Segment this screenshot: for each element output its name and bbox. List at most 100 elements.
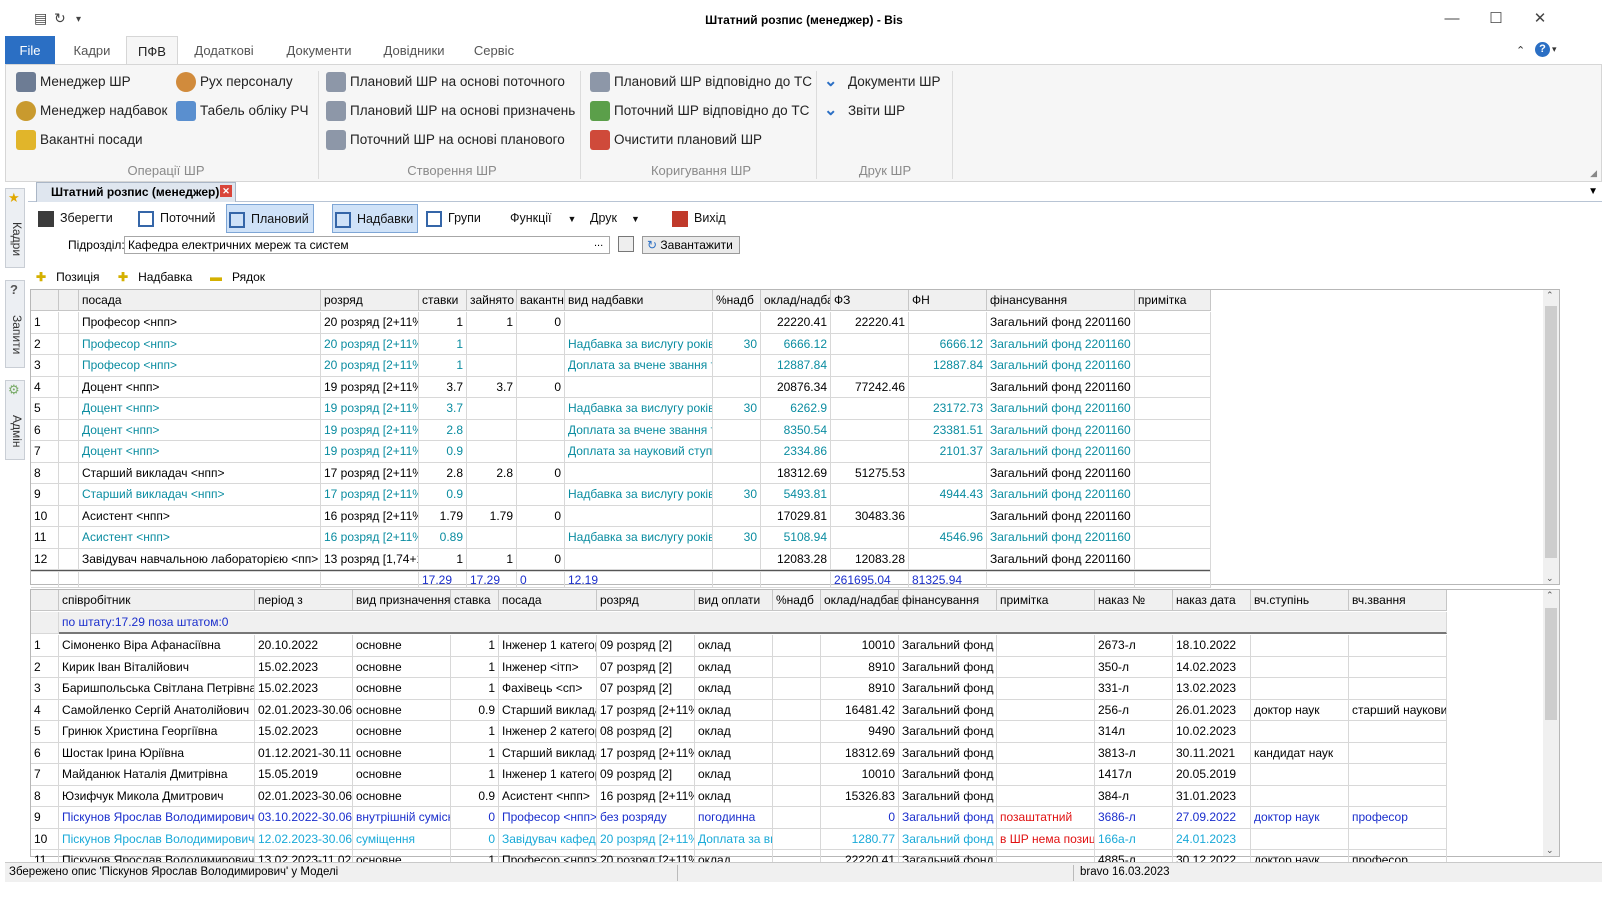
row-indicator[interactable] bbox=[59, 333, 79, 355]
column-header[interactable]: наказ № bbox=[1095, 590, 1173, 611]
table-cell[interactable] bbox=[517, 419, 565, 441]
table-cell[interactable]: 8910 bbox=[821, 678, 899, 700]
menu-dovidnyky[interactable]: Довідники bbox=[372, 36, 456, 64]
table-cell[interactable] bbox=[997, 742, 1095, 764]
table-cell[interactable]: Загальний фонд 2201160 bbox=[987, 441, 1135, 463]
table-cell[interactable]: Загальний фонд 2 bbox=[899, 721, 997, 743]
table-cell[interactable]: 19 розряд [2+11%] bbox=[321, 419, 419, 441]
table-cell[interactable]: Старший викладач <нпп> bbox=[79, 462, 321, 484]
table-cell[interactable]: Загальний фонд 2201160 bbox=[987, 548, 1135, 570]
table-cell[interactable]: Надбавка за вислугу років bbox=[565, 527, 713, 549]
table-cell[interactable]: Інженер <ітп> bbox=[499, 656, 597, 678]
table-cell[interactable] bbox=[1135, 505, 1211, 527]
column-header[interactable]: період з bbox=[255, 590, 353, 611]
table-cell[interactable] bbox=[773, 699, 821, 721]
table-cell[interactable] bbox=[773, 764, 821, 786]
column-header[interactable]: вч.звання bbox=[1349, 590, 1447, 611]
table-cell[interactable] bbox=[1349, 656, 1447, 678]
table-cell[interactable] bbox=[831, 527, 909, 549]
department-browse-button[interactable]: ... bbox=[594, 237, 603, 249]
column-header[interactable]: оклад/надба bbox=[761, 290, 831, 311]
table-cell[interactable]: 0 bbox=[517, 376, 565, 398]
table-cell[interactable]: Загальний фонд 2201160 bbox=[987, 462, 1135, 484]
ribbon-btn-staff-movement[interactable]: Рух персоналу bbox=[176, 69, 293, 95]
table-cell[interactable]: 20.05.2019 bbox=[1173, 764, 1251, 786]
table-cell[interactable] bbox=[997, 656, 1095, 678]
table-cell[interactable] bbox=[997, 721, 1095, 743]
table-cell[interactable] bbox=[1135, 462, 1211, 484]
table-cell[interactable]: 23381.51 bbox=[909, 419, 987, 441]
table-cell[interactable]: 0 bbox=[451, 807, 499, 829]
table-cell[interactable]: 1.79 bbox=[419, 505, 467, 527]
table-cell[interactable]: Загальний фонд 2201160 bbox=[987, 355, 1135, 377]
row-indicator[interactable] bbox=[59, 548, 79, 570]
table-cell[interactable] bbox=[1349, 785, 1447, 807]
table-cell[interactable]: 12083.28 bbox=[761, 548, 831, 570]
table-cell[interactable]: 30 bbox=[713, 333, 761, 355]
table-cell[interactable]: Старший викладач bbox=[499, 742, 597, 764]
table-cell[interactable] bbox=[713, 376, 761, 398]
table-cell[interactable]: 02.01.2023-30.06.2 bbox=[255, 785, 353, 807]
print-dropdown[interactable]: Друк ▼ bbox=[590, 204, 650, 233]
exit-button[interactable]: Вихід bbox=[672, 204, 732, 233]
column-header[interactable]: оклад/надбави bbox=[821, 590, 899, 611]
table-cell[interactable]: 1 bbox=[451, 764, 499, 786]
table-cell[interactable] bbox=[1251, 785, 1349, 807]
table-cell[interactable]: Загальний фонд 2201160 bbox=[987, 527, 1135, 549]
current-button[interactable]: Поточний bbox=[136, 204, 222, 233]
table-cell[interactable]: Майданюк Наталія Дмитрівна bbox=[59, 764, 255, 786]
column-header[interactable]: вид оплати bbox=[695, 590, 773, 611]
department-input[interactable]: Кафедра електричних мереж та систем bbox=[124, 236, 610, 254]
table-cell[interactable]: Асистент <нпп> bbox=[499, 785, 597, 807]
table-cell[interactable]: 30 bbox=[713, 398, 761, 420]
column-header[interactable]: зайнято bbox=[467, 290, 517, 311]
table-cell[interactable]: 51275.53 bbox=[831, 462, 909, 484]
scroll-up-icon[interactable]: ⌃ bbox=[1546, 590, 1554, 601]
table-cell[interactable]: 20 розряд [2+11%] bbox=[321, 355, 419, 377]
column-header[interactable]: наказ дата bbox=[1173, 590, 1251, 611]
ribbon-btn-timesheet[interactable]: Табель обліку РЧ bbox=[176, 98, 309, 124]
table-cell[interactable]: Надбавка за вислугу років bbox=[565, 398, 713, 420]
close-icon[interactable]: ✕ bbox=[1520, 6, 1560, 32]
table-cell[interactable] bbox=[1349, 764, 1447, 786]
table-cell[interactable]: 9490 bbox=[821, 721, 899, 743]
table-cell[interactable] bbox=[713, 312, 761, 334]
row-indicator[interactable] bbox=[59, 398, 79, 420]
menu-kadry[interactable]: Кадри bbox=[62, 36, 122, 64]
table-cell[interactable]: основне bbox=[353, 721, 451, 743]
table-cell[interactable]: Загальний фонд 2201160 bbox=[987, 484, 1135, 506]
table-cell[interactable] bbox=[517, 484, 565, 506]
table-cell[interactable] bbox=[467, 527, 517, 549]
menu-dodatkovi[interactable]: Додаткові bbox=[184, 36, 264, 64]
table-cell[interactable]: 0 bbox=[451, 828, 499, 850]
table-cell[interactable]: 02.01.2023-30.06.2 bbox=[255, 699, 353, 721]
table-cell[interactable]: 15.02.2023 bbox=[255, 678, 353, 700]
table-cell[interactable]: 2101.37 bbox=[909, 441, 987, 463]
table-cell[interactable] bbox=[1349, 721, 1447, 743]
table-cell[interactable]: Доцент <нпп> bbox=[79, 419, 321, 441]
table-cell[interactable]: 1 bbox=[451, 656, 499, 678]
row-indicator[interactable] bbox=[59, 376, 79, 398]
table-cell[interactable]: 0 bbox=[517, 548, 565, 570]
table-cell[interactable] bbox=[1135, 333, 1211, 355]
table-cell[interactable]: Самойленко Сергій Анатолійович bbox=[59, 699, 255, 721]
table-cell[interactable] bbox=[517, 333, 565, 355]
table-cell[interactable] bbox=[713, 355, 761, 377]
column-header[interactable]: вид надбавки bbox=[565, 290, 713, 311]
table-cell[interactable]: 19 розряд [2+11%] bbox=[321, 441, 419, 463]
table-cell[interactable] bbox=[773, 807, 821, 829]
table-cell[interactable]: 10010 bbox=[821, 764, 899, 786]
table-cell[interactable]: Завідувач навчальною лабораторією <пп> bbox=[79, 548, 321, 570]
table-cell[interactable] bbox=[713, 548, 761, 570]
row-indicator[interactable] bbox=[59, 484, 79, 506]
table-cell[interactable]: 16 розряд [2+11%] bbox=[321, 527, 419, 549]
table-cell[interactable]: 0 bbox=[517, 462, 565, 484]
table-cell[interactable]: 13.02.2023 bbox=[1173, 678, 1251, 700]
table-cell[interactable] bbox=[1251, 656, 1349, 678]
table-cell[interactable] bbox=[1135, 398, 1211, 420]
table-cell[interactable]: 256-л bbox=[1095, 699, 1173, 721]
table-cell[interactable]: доктор наук bbox=[1251, 807, 1349, 829]
ribbon-btn-manager-shr[interactable]: Менеджер ШР bbox=[16, 69, 131, 95]
table-cell[interactable]: старший науковий bbox=[1349, 699, 1447, 721]
scrollbar-thumb[interactable] bbox=[1545, 306, 1557, 558]
